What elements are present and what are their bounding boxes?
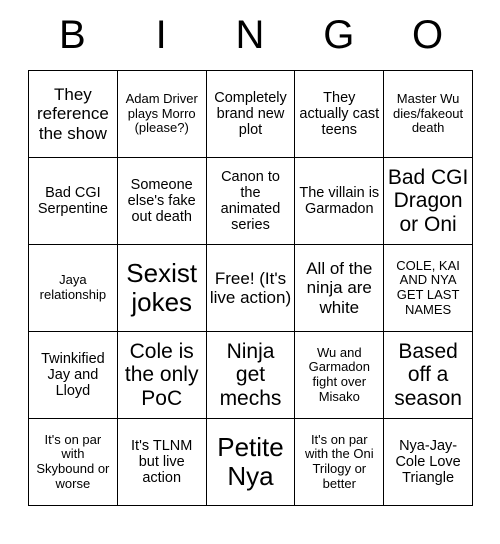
- bingo-cell[interactable]: It's on par with the Oni Trilogy or bett…: [294, 418, 385, 506]
- bingo-free-cell[interactable]: Free! (It's live action): [205, 244, 296, 332]
- bingo-header-letter-g: G: [323, 13, 355, 57]
- bingo-header-letter-o: O: [412, 13, 444, 57]
- bingo-cell[interactable]: Master Wu dies/fakeout death: [383, 70, 473, 158]
- bingo-cell[interactable]: Sexist jokes: [116, 244, 207, 332]
- bingo-cell[interactable]: All of the ninja are white: [294, 244, 385, 332]
- bingo-cell[interactable]: Ninja get mechs: [205, 331, 296, 419]
- bingo-row: Jaya relationship Sexist jokes Free! (It's…: [28, 244, 473, 332]
- bingo-cell[interactable]: Someone else's fake out death: [116, 157, 207, 245]
- bingo-grid-body: They reference the show Adam Driver plays…: [28, 70, 473, 506]
- bingo-header: BINGO: [28, 0, 472, 70]
- bingo-header-letter-b: B: [59, 13, 86, 57]
- bingo-cell[interactable]: Completely brand new plot: [205, 70, 296, 158]
- bingo-cell[interactable]: Adam Driver plays Morro (please?): [116, 70, 207, 158]
- bingo-cell[interactable]: They reference the show: [28, 70, 118, 158]
- bingo-cell[interactable]: Cole is the only PoC: [116, 331, 207, 419]
- bingo-row: Twinkified Jay and Lloyd Cole is the only…: [28, 331, 473, 419]
- bingo-cell[interactable]: Wu and Garmadon fight over Misako: [294, 331, 385, 419]
- bingo-cell[interactable]: Petite Nya: [205, 418, 296, 506]
- bingo-cell[interactable]: It's on par with Skybound or worse: [28, 418, 118, 506]
- bingo-cell[interactable]: Bad CGI Serpentine: [28, 157, 118, 245]
- bingo-cell[interactable]: Jaya relationship: [28, 244, 118, 332]
- bingo-row: They reference the show Adam Driver plays…: [28, 70, 473, 158]
- bingo-row: Bad CGI Serpentine Someone else's fake ou…: [28, 157, 473, 245]
- bingo-cell[interactable]: They actually cast teens: [294, 70, 385, 158]
- bingo-grid: They reference the show Adam Driver plays…: [28, 70, 473, 506]
- bingo-cell[interactable]: Nya-Jay-Cole Love Triangle: [383, 418, 473, 506]
- bingo-cell[interactable]: The villain is Garmadon: [294, 157, 385, 245]
- bingo-cell[interactable]: Twinkified Jay and Lloyd: [28, 331, 118, 419]
- bingo-cell[interactable]: COLE, KAI AND NYA GET LAST NAMES: [383, 244, 473, 332]
- bingo-row: It's on par with Skybound or worse It's T…: [28, 418, 473, 506]
- bingo-cell[interactable]: Canon to the animated series: [205, 157, 296, 245]
- bingo-card: B I N G O They reference the show Adam Driver…: [28, 0, 473, 506]
- bingo-cell[interactable]: It's TLNM but live action: [116, 418, 207, 506]
- bingo-header-letter-i: I: [155, 13, 167, 57]
- bingo-cell[interactable]: Based off a season: [383, 331, 473, 419]
- bingo-cell[interactable]: Bad CGI Dragon or Oni: [383, 157, 473, 245]
- bingo-header-letter-n: N: [235, 13, 265, 57]
